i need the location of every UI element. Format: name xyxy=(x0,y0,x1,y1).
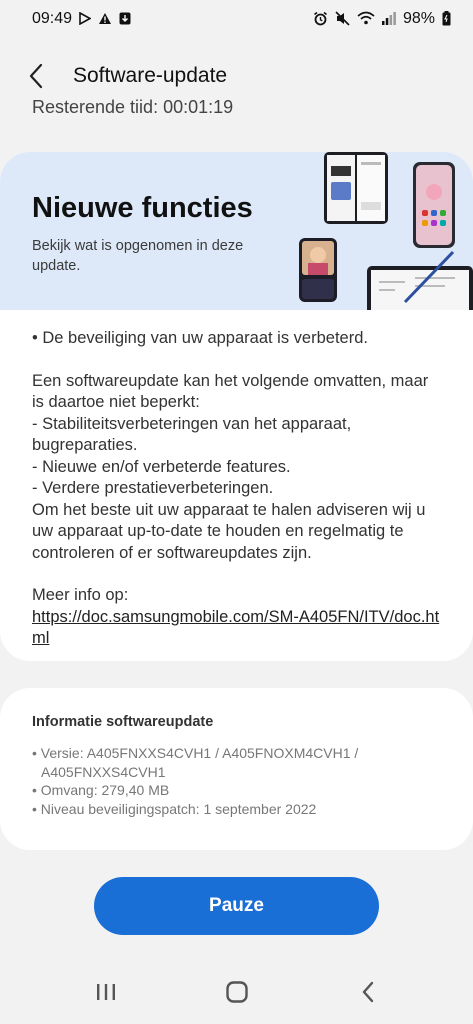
more-info-label: Meer info op: xyxy=(32,586,129,604)
wifi-icon xyxy=(357,11,375,27)
more-info-link[interactable]: https://doc.samsungmobile.com/SM-A405FN/… xyxy=(32,608,439,648)
info-title: Informatie softwareupdate xyxy=(32,714,214,730)
page-title: Software-update xyxy=(73,64,228,87)
info-version: • Versie: A405FNXXS4CVH1 / A405FNOXM4CVH… xyxy=(32,745,359,780)
system-nav-bar xyxy=(0,960,473,1024)
hero-subtitle: Bekijk wat is opgenomen in deze update. xyxy=(32,238,244,274)
info-size: • Omvang: 279,40 MB xyxy=(32,782,170,798)
download-icon xyxy=(119,12,131,27)
recent-apps-icon xyxy=(96,984,115,1000)
info-list: • Versie: A405FNXXS4CVH1 / A405FNOXM4CVH… xyxy=(32,744,441,818)
remaining-time: Resterende tijd: 00:01:19 xyxy=(32,97,234,113)
alarm-icon xyxy=(313,11,328,28)
release-notes-card: Nieuwe functies Bekijk wat is opgenomen … xyxy=(0,152,473,661)
pause-button[interactable]: Pauze xyxy=(94,877,379,935)
battery-percent: 98% xyxy=(402,10,435,27)
battery-icon xyxy=(442,10,451,28)
home-button[interactable] xyxy=(207,967,267,1017)
status-time: 09:49 xyxy=(32,10,73,27)
signal-icon xyxy=(381,11,396,27)
warning-icon xyxy=(98,12,112,27)
back-nav-icon xyxy=(362,981,373,1003)
info-security-patch: • Niveau beveiligingspatch: 1 september … xyxy=(32,800,317,817)
status-right: 98% xyxy=(313,10,451,28)
notes-item: - Nieuwe en/of verbeterde features. xyxy=(32,457,291,476)
notes-advice: Om het beste uit uw apparaat te halen ad… xyxy=(32,500,426,562)
hero-title: Nieuwe functies xyxy=(32,192,253,224)
devices-illustration xyxy=(299,152,473,310)
security-bullet: • De beveiliging van uw apparaat is verb… xyxy=(32,329,368,347)
back-arrow-icon xyxy=(29,63,43,89)
home-icon xyxy=(225,981,248,1003)
mute-icon xyxy=(335,10,350,28)
notes-intro: Een softwareupdate kan het volgende omva… xyxy=(32,371,429,412)
update-info-card: Informatie softwareupdate • Versie: A405… xyxy=(0,688,473,850)
notes-item: - Stabiliteitsverbeteringen van het appa… xyxy=(32,414,352,455)
back-nav-button[interactable] xyxy=(338,967,398,1017)
status-bar: 09:49 98% xyxy=(0,0,473,38)
recent-apps-button[interactable] xyxy=(76,967,136,1017)
status-left: 09:49 xyxy=(32,10,131,28)
hero-banner: Nieuwe functies Bekijk wat is opgenomen … xyxy=(0,152,473,310)
release-notes-body: • De beveiliging van uw apparaat is verb… xyxy=(0,310,473,650)
notes-item: - Verdere prestatieverbeteringen. xyxy=(32,479,274,497)
play-store-icon xyxy=(79,11,92,27)
